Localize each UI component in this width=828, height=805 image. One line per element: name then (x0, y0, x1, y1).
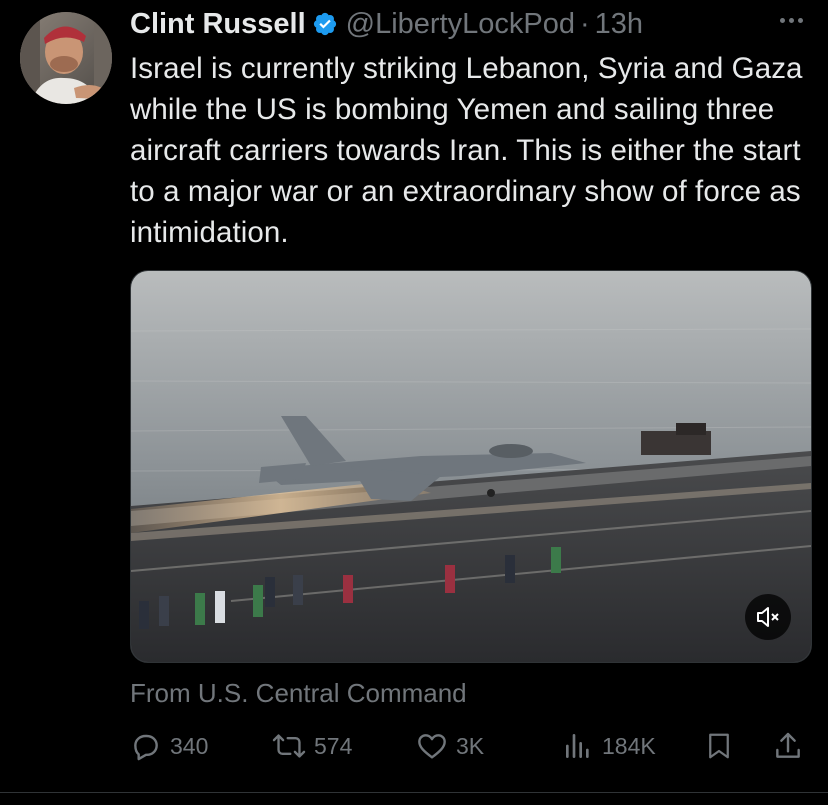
views-button[interactable]: 184K (562, 722, 656, 770)
verified-badge-icon (312, 11, 338, 37)
muted-speaker-icon[interactable] (745, 594, 791, 640)
tweet-text: Israel is currently striking Lebanon, Sy… (130, 52, 803, 249)
reply-bubble-icon (134, 734, 158, 761)
author-handle[interactable]: @LibertyLockPod (346, 8, 575, 41)
repost-count: 574 (314, 732, 353, 759)
author-name[interactable]: Clint Russell (130, 8, 306, 41)
share-icon (776, 732, 800, 758)
bookmark-icon (709, 733, 729, 759)
heart-icon (418, 734, 446, 759)
tweet-header: Clint Russell @LibertyLockPod · 13h (130, 6, 808, 42)
tweet-divider (0, 792, 828, 793)
more-dots-icon[interactable] (776, 10, 806, 30)
views-bar-chart-icon (566, 734, 589, 758)
avatar-image (20, 12, 112, 104)
header-separator: · (580, 7, 590, 40)
reply-button[interactable]: 340 (130, 722, 208, 770)
like-count: 3K (456, 732, 485, 759)
media-source-attribution[interactable]: From U.S. Central Command (130, 678, 467, 709)
views-count: 184K (602, 732, 656, 759)
repost-button[interactable]: 574 (272, 722, 352, 770)
like-button[interactable]: 3K (416, 722, 484, 770)
bookmark-button[interactable] (704, 722, 734, 770)
repost-arrows-icon (272, 734, 306, 758)
author-avatar[interactable] (20, 12, 112, 104)
tweet-video[interactable] (130, 270, 812, 663)
video-frame (131, 271, 811, 662)
tweet-actions-bar: 340 574 3K 184K (130, 722, 810, 770)
reply-count: 340 (170, 732, 209, 759)
tweet-timestamp[interactable]: 13h (595, 8, 643, 41)
share-button[interactable] (772, 722, 804, 770)
